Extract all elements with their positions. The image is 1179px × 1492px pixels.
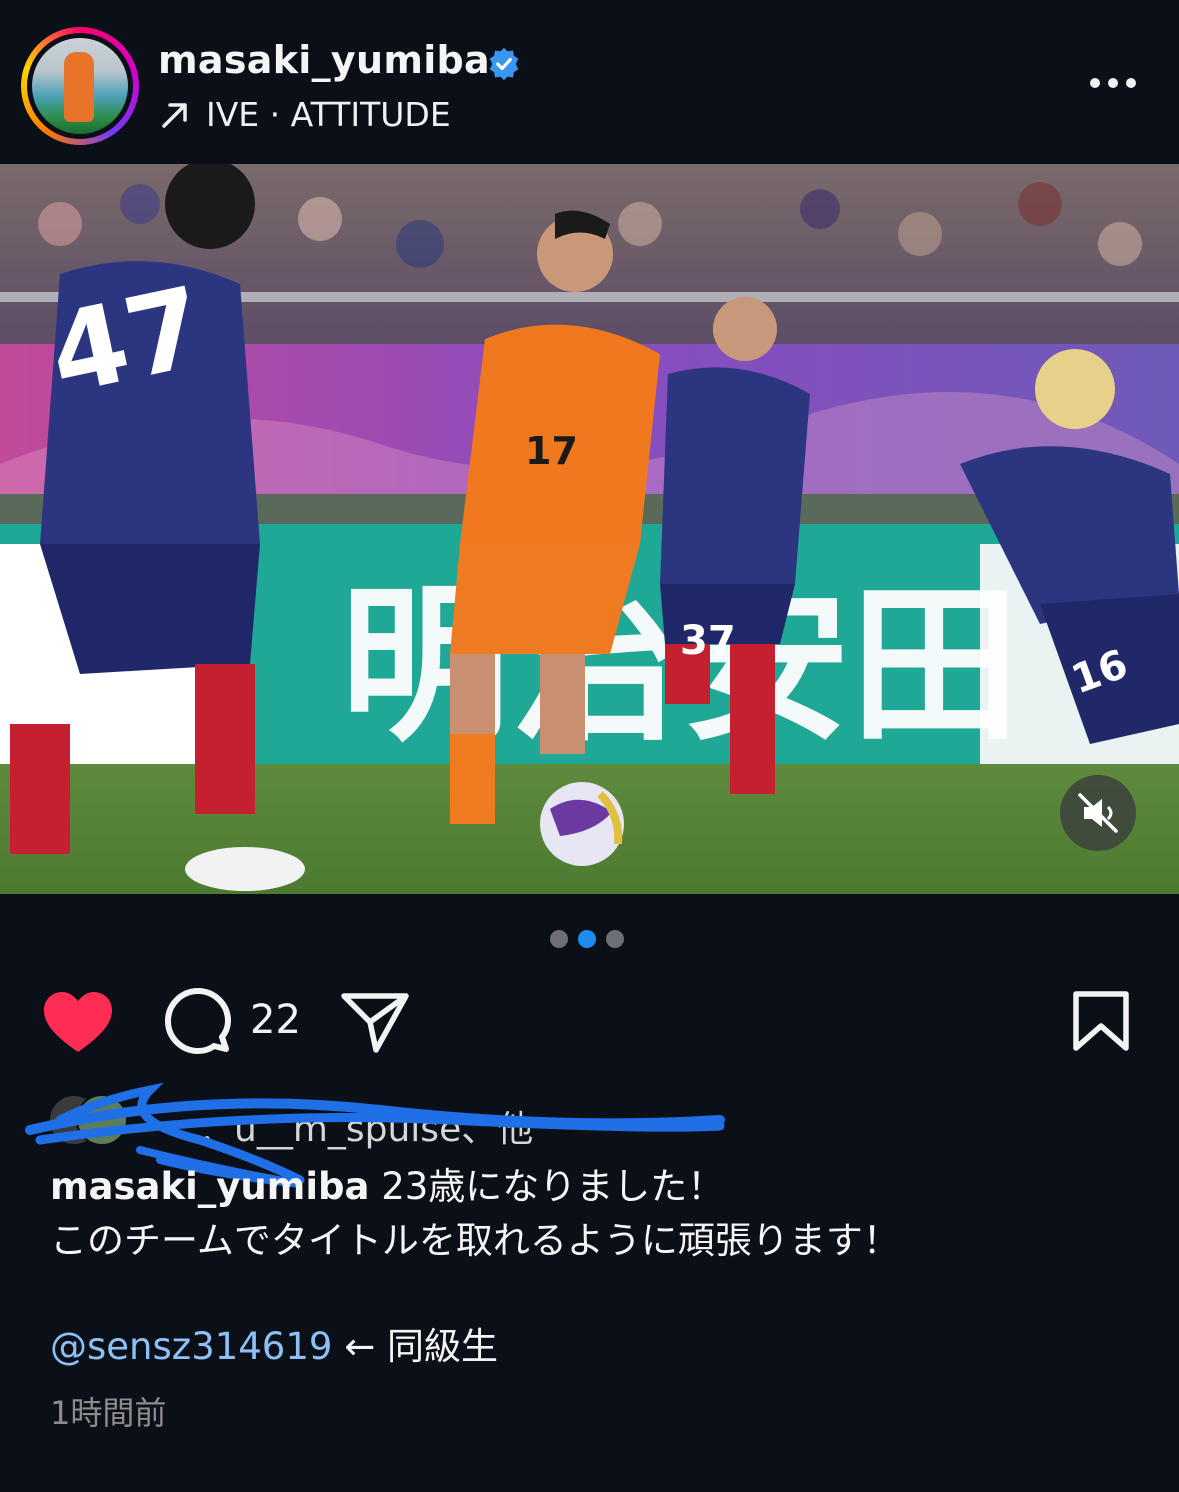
unmute-icon — [1078, 793, 1118, 833]
liked-by-text: ：u__m_spulse、他 — [198, 1109, 534, 1150]
soccer-ball — [540, 782, 624, 866]
heart-icon[interactable] — [42, 990, 114, 1054]
carousel-dot — [606, 930, 624, 948]
liked-by-row[interactable]: ：u__m_spulse、他 — [48, 1092, 748, 1150]
mention-note: ← 同級生 — [344, 1325, 498, 1368]
mention-link[interactable]: @sensz314619 — [50, 1325, 332, 1368]
caption-mention-row: @sensz314619 ← 同級生 — [50, 1320, 498, 1374]
save-icon[interactable] — [1072, 990, 1130, 1052]
comment-icon[interactable] — [164, 987, 232, 1055]
carousel-dot — [550, 930, 568, 948]
caption-line-2: このチームでタイトルを取れるように頑張ります！ — [50, 1219, 900, 1262]
post-media[interactable]: 明治安田 47 17 — [0, 164, 1179, 894]
post-caption: masaki_yumiba 23歳になりました！ このチームでタイトルを取れるよ… — [50, 1160, 1150, 1268]
more-icon[interactable] — [1087, 74, 1139, 92]
audio-label: IVE · ATTITUDE — [206, 95, 451, 134]
svg-text:37: 37 — [680, 618, 736, 664]
caption-username[interactable]: masaki_yumiba — [50, 1165, 369, 1208]
avatar-story-ring[interactable] — [21, 27, 139, 145]
avatar — [32, 38, 128, 134]
svg-text:17: 17 — [525, 429, 578, 473]
post-username[interactable]: masaki_yumiba — [158, 38, 490, 82]
carousel-dot-active — [578, 930, 596, 948]
music-arrow-icon — [162, 102, 187, 128]
liked-by-avatar — [76, 1094, 128, 1146]
post-header: masaki_yumiba IVE · ATTITUDE — [0, 0, 1179, 164]
unmute-button[interactable] — [1060, 775, 1136, 851]
post-timestamp: 1時間前 — [50, 1394, 167, 1432]
caption-line-1: 23歳になりました！ — [381, 1165, 725, 1208]
carousel-indicator — [550, 930, 624, 948]
match-photo: 明治安田 47 17 — [0, 164, 1179, 894]
verified-badge-icon — [489, 47, 519, 81]
share-icon[interactable] — [340, 990, 410, 1054]
comment-count: 22 — [250, 997, 301, 1043]
audio-track[interactable]: IVE · ATTITUDE — [158, 95, 451, 134]
